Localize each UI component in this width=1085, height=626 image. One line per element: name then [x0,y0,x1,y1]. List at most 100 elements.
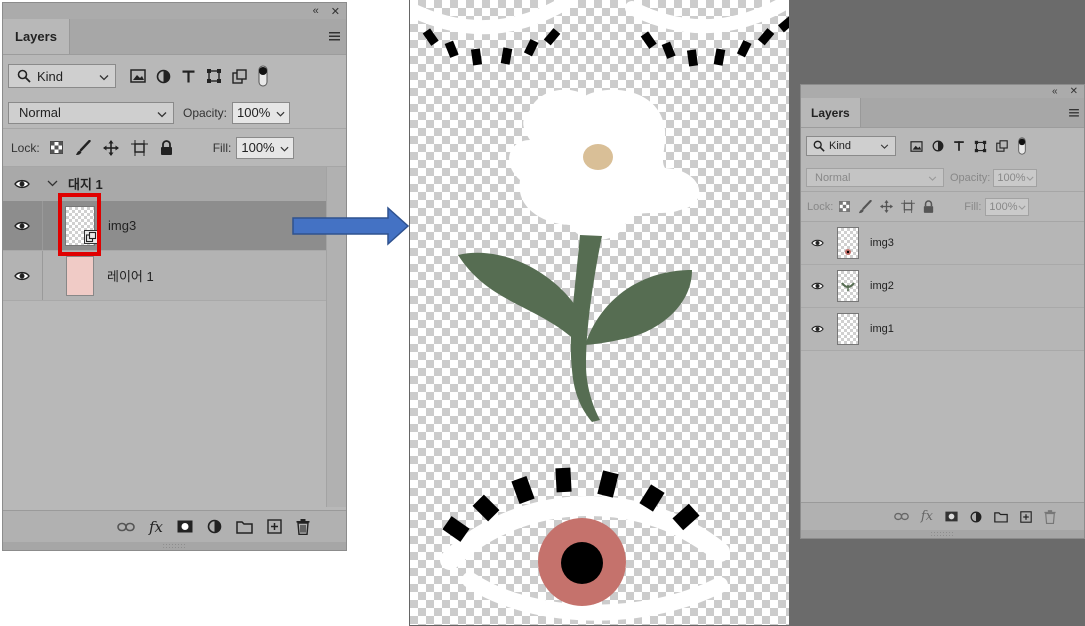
search-icon [813,140,825,155]
lock-toolbar: Lock: Fill: 100% [3,129,346,167]
new-group-folder-icon[interactable] [236,520,253,534]
new-adjustment-layer-icon[interactable] [970,511,982,523]
collapse-panel-icon[interactable]: « [313,5,319,17]
visibility-eye-icon[interactable] [801,222,833,264]
filter-kind-select[interactable]: Kind [8,64,116,88]
layer-style-fx-icon[interactable]: fx [149,518,163,536]
lock-icons-group [49,139,173,156]
document-canvas[interactable] [409,0,789,626]
lock-label: Lock: [807,200,834,213]
fill-field[interactable]: 100% [236,136,295,159]
lock-transparent-pixels-icon[interactable] [49,141,63,154]
fill-field[interactable]: 100% [985,197,1030,216]
panel-resize-grip[interactable]: :::::::: [801,530,1084,538]
layer-name: img1 [870,323,894,335]
filter-toggle-icon[interactable] [257,65,269,87]
blend-toolbar: Normal Opacity: 100% [801,164,1084,192]
layer-thumbnail [837,270,859,302]
lock-position-icon[interactable] [102,139,119,156]
tab-layers[interactable]: Layers [801,98,861,127]
collapse-panel-icon[interactable]: « [1052,86,1058,97]
layer-row-layer1[interactable]: 레이어 1 [3,251,346,301]
lock-artboard-icon[interactable] [901,200,916,213]
shape-layer-filter-icon[interactable] [206,68,222,84]
tab-layers[interactable]: Layers [3,19,70,54]
blend-mode-select[interactable]: Normal [806,168,944,187]
opacity-label: Opacity: [183,105,228,120]
layer-row-artboard[interactable]: 대지 1 [3,167,346,201]
layers-panel-left: « ✕ Layers Kind Normal Opacity: 100% Loc… [2,2,347,551]
adjustment-layer-filter-icon[interactable] [932,140,944,152]
layer-row-img1[interactable]: img1 [801,308,1084,351]
filter-toggle-icon[interactable] [1017,137,1027,155]
close-panel-icon[interactable]: ✕ [1070,86,1078,97]
type-layer-filter-icon[interactable] [953,140,965,152]
layer-style-fx-icon[interactable]: fx [921,509,933,524]
expand-chevron-icon[interactable] [47,180,58,187]
panel-resize-grip[interactable]: :::::::: [3,542,346,550]
chevron-down-icon [157,105,167,120]
panel-menu-icon[interactable] [322,19,346,54]
panel-menu-icon[interactable] [1064,98,1084,127]
add-mask-icon[interactable] [177,520,193,533]
opacity-label: Opacity: [950,171,991,184]
layer-color-thumbnail [66,255,94,296]
eye-pupil [561,542,603,584]
layer-row-img2[interactable]: img2 [801,265,1084,308]
new-layer-icon[interactable] [267,519,282,534]
pixel-layer-filter-icon[interactable] [910,140,923,152]
visibility-eye-icon[interactable] [3,167,41,200]
delete-layer-trash-icon[interactable] [296,518,310,535]
flower-left-leaf [458,252,584,345]
panel-tab-bar: Layers [3,19,346,55]
visibility-eye-icon[interactable] [3,201,41,250]
type-layer-filter-icon[interactable] [181,69,196,84]
lock-image-pixels-icon[interactable] [75,139,91,156]
lock-image-pixels-icon[interactable] [858,199,873,214]
visibility-eye-icon[interactable] [801,308,833,350]
blend-toolbar: Normal Opacity: 100% [3,97,346,129]
layer-name: img3 [108,218,137,233]
new-group-folder-icon[interactable] [994,511,1008,523]
blend-mode-select[interactable]: Normal [8,101,174,124]
shape-layer-filter-icon[interactable] [974,140,987,153]
add-mask-icon[interactable] [945,511,958,522]
layers-list: img3 img2 img1 [801,222,1084,472]
link-layers-icon[interactable] [117,522,135,532]
opacity-field[interactable]: 100% [232,101,291,124]
highlight-box [58,193,101,256]
filter-kind-label: Kind [37,68,64,84]
opacity-field[interactable]: 100% [993,168,1038,187]
fill-label: Fill: [964,200,982,213]
filter-kind-select[interactable]: Kind [806,136,896,156]
chevron-down-icon [276,105,285,120]
chevron-down-icon [1025,172,1034,184]
pixel-layer-filter-icon[interactable] [130,69,146,83]
panel-top-bar: « ✕ [3,3,346,19]
new-layer-icon[interactable] [1020,510,1032,523]
artwork [410,0,789,621]
lock-icons-group [839,199,934,214]
bottom-open-eye [440,467,730,621]
lock-artboard-icon[interactable] [130,139,148,156]
opacity-value: 100% [237,105,271,120]
flower-center [583,144,613,170]
filter-toolbar: Kind [801,128,1084,164]
close-panel-icon[interactable]: ✕ [331,5,340,18]
lock-all-icon[interactable] [160,140,173,155]
link-layers-icon[interactable] [894,512,909,521]
visibility-eye-icon[interactable] [3,251,41,300]
smart-object-filter-icon[interactable] [996,140,1008,152]
smart-object-filter-icon[interactable] [232,68,247,84]
blend-mode-label: Normal [19,105,61,120]
chevron-down-icon [99,69,109,84]
layer-row-img3[interactable]: img3 [801,222,1084,265]
lock-position-icon[interactable] [880,200,894,213]
new-adjustment-layer-icon[interactable] [207,519,222,534]
visibility-eye-icon[interactable] [801,265,833,307]
delete-layer-trash-icon[interactable] [1044,509,1056,524]
adjustment-layer-filter-icon[interactable] [156,69,171,84]
blend-mode-label: Normal [815,171,851,184]
lock-all-icon[interactable] [923,200,934,213]
lock-transparent-pixels-icon[interactable] [839,201,851,212]
